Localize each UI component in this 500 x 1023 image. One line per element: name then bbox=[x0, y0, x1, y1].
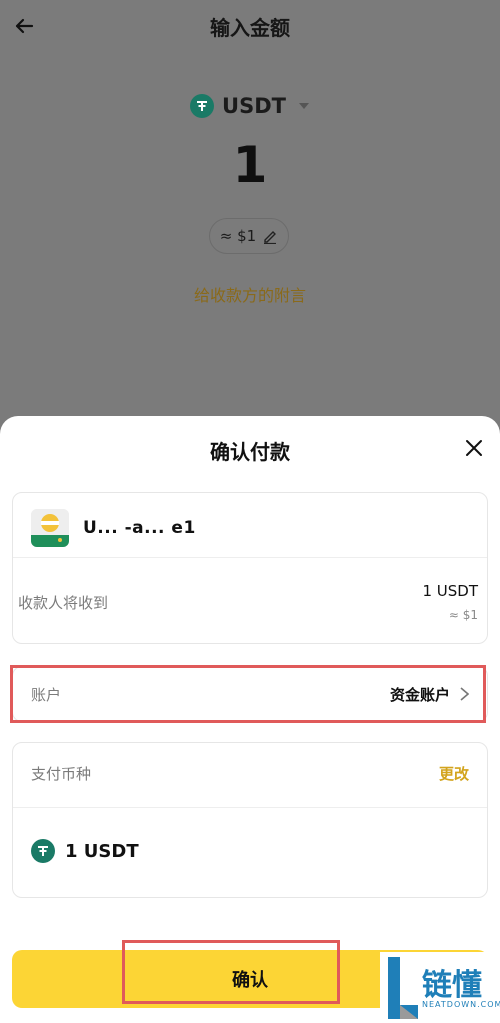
highlight-box-account bbox=[10, 665, 486, 723]
recipient-row: U... -a... e1 bbox=[31, 509, 196, 547]
memo-link[interactable]: 给收款方的附言 bbox=[0, 282, 500, 306]
amount-entry-screen: 输入金额 USDT 1 ≈ $1 给收款方的附言 bbox=[0, 0, 500, 430]
caret-down-icon bbox=[298, 103, 309, 109]
watermark-subtext: NEATDOWN.COM bbox=[422, 1000, 500, 1009]
edit-pencil-icon bbox=[264, 231, 277, 244]
payment-coin-row: 1 USDT bbox=[31, 839, 139, 863]
sheet-title: 确认付款 bbox=[210, 440, 290, 464]
watermark-text: 链懂 bbox=[422, 968, 482, 1003]
receive-usd: ≈ $1 bbox=[448, 608, 478, 622]
usdt-logo-icon bbox=[190, 94, 215, 118]
watermark-l-icon bbox=[388, 957, 418, 1019]
watermark-logo: 链懂 NEATDOWN.COM bbox=[380, 952, 500, 1023]
amount-display[interactable]: 1 bbox=[0, 136, 500, 194]
close-icon[interactable] bbox=[464, 438, 484, 458]
highlight-box-confirm bbox=[122, 940, 340, 1004]
receive-label: 收款人将收到 bbox=[18, 594, 109, 612]
currency-code: USDT bbox=[222, 94, 286, 118]
recipient-card: U... -a... e1 bbox=[12, 492, 488, 644]
payment-currency-label: 支付币种 bbox=[31, 765, 92, 783]
recipient-name: U... -a... e1 bbox=[83, 518, 196, 538]
change-button[interactable]: 更改 bbox=[439, 763, 469, 784]
payment-amount: 1 USDT bbox=[65, 840, 139, 862]
usdt-logo-icon bbox=[31, 839, 55, 863]
page-title: 输入金额 bbox=[210, 16, 290, 40]
payment-currency-card: 支付币种 更改 1 USDT bbox=[12, 742, 488, 898]
divider bbox=[13, 557, 487, 558]
usd-estimate: ≈ $1 bbox=[219, 227, 257, 245]
avatar bbox=[31, 509, 69, 547]
divider bbox=[13, 807, 487, 808]
currency-selector[interactable]: USDT bbox=[0, 94, 500, 118]
usd-estimate-pill[interactable]: ≈ $1 bbox=[209, 218, 289, 254]
receive-amount: 1 USDT bbox=[422, 582, 478, 600]
